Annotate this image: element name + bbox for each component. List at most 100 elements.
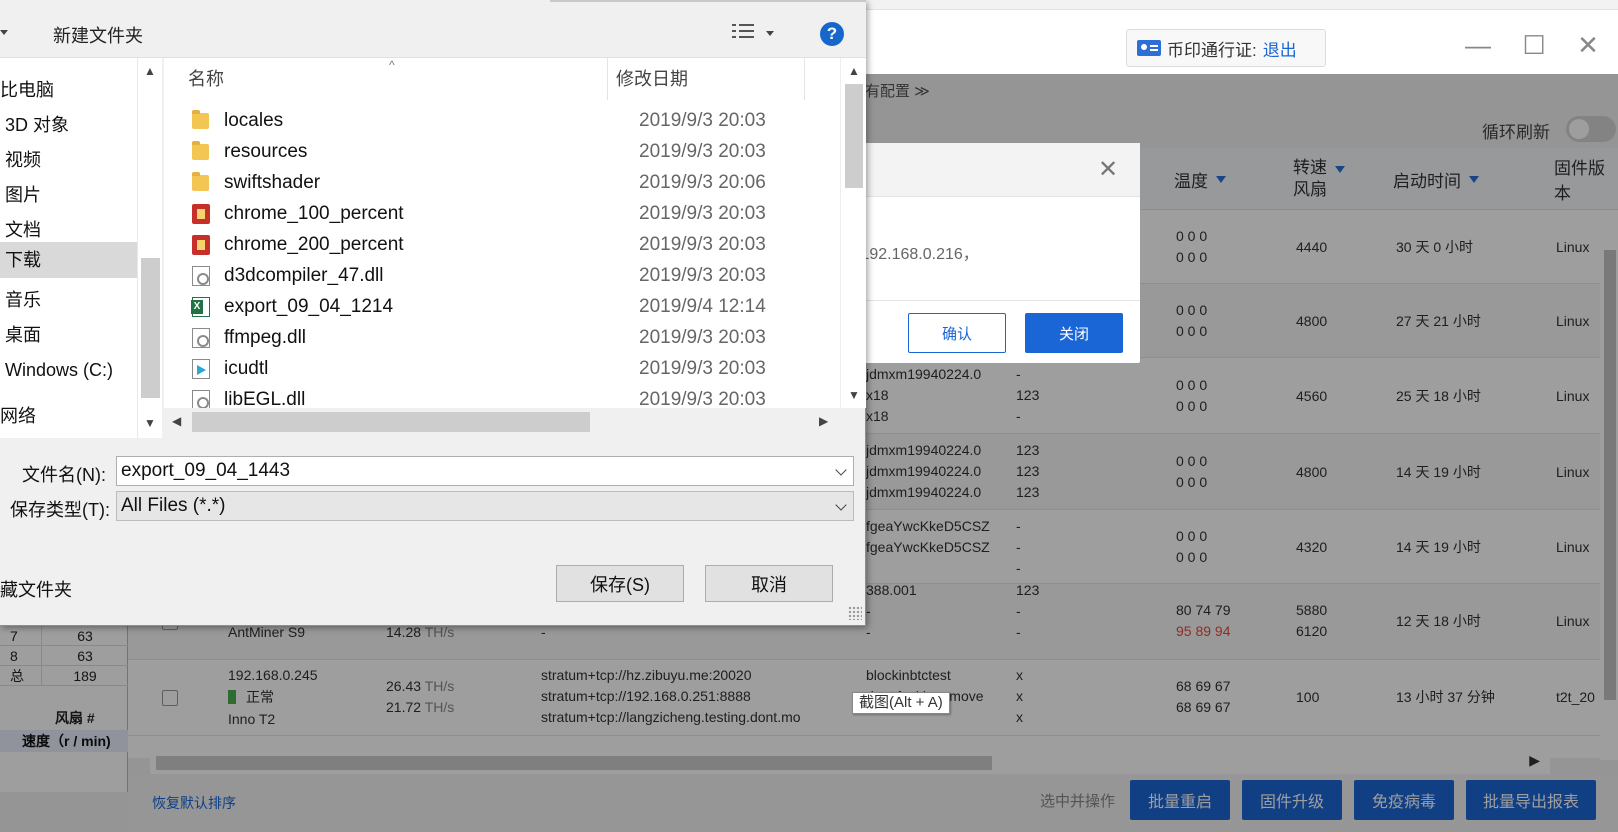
help-icon[interactable]: ? — [820, 22, 844, 46]
filetype-value: All Files (*.*) — [121, 495, 226, 516]
data-file-icon — [192, 359, 210, 379]
file-row[interactable]: resources 2019/9/3 20:03 — [164, 136, 840, 167]
filename-value: export_09_04_1443 — [121, 460, 291, 481]
resize-grip-icon[interactable] — [848, 606, 862, 620]
minimize-icon[interactable]: — — [1458, 30, 1498, 61]
chevron-down-icon[interactable] — [835, 464, 847, 476]
file-row[interactable]: icudtl 2019/9/3 20:03 — [164, 353, 840, 384]
file-list-horizontal-scrollbar[interactable]: ◀ ▶ — [164, 408, 840, 438]
filename-label: 文件名(N): — [22, 465, 106, 485]
file-row[interactable]: swiftshader 2019/9/3 20:06 — [164, 167, 840, 198]
close-icon[interactable]: ✕ — [1568, 30, 1608, 61]
column-name[interactable]: 名称 — [188, 58, 224, 100]
filetype-select[interactable]: All Files (*.*) — [116, 491, 854, 521]
filetype-label: 保存类型(T): — [10, 500, 110, 520]
nav-item-network[interactable]: 网络 — [0, 398, 137, 434]
passport-badge: 币印通行证: 退出 — [1126, 29, 1326, 67]
file-list-vertical-scrollbar[interactable]: ▲ ▼ — [840, 58, 866, 408]
new-folder-button[interactable]: 新建文件夹 — [53, 22, 143, 48]
chevron-down-icon[interactable] — [835, 499, 847, 511]
sort-ascending-icon: ^ — [389, 58, 395, 72]
file-name: ffmpeg.dll — [224, 327, 307, 348]
file-name: export_09_04_1214 — [224, 296, 394, 317]
dll-file-icon — [192, 266, 210, 286]
chevron-down-icon[interactable] — [766, 31, 774, 36]
folder-icon — [192, 172, 209, 191]
filename-input[interactable]: export_09_04_1443 — [116, 456, 854, 486]
maximize-icon[interactable]: ☐ — [1514, 30, 1554, 61]
modal-divider — [840, 300, 1140, 301]
nav-item-windows-c[interactable]: Windows (C:) — [0, 352, 137, 388]
navigation-pane: 比电脑 3D 对象 视频 图片 文档 下载 音乐 桌面 Windows (C:)… — [0, 58, 137, 438]
column-divider[interactable] — [607, 58, 608, 100]
dll-file-icon — [192, 328, 210, 348]
nav-item-videos[interactable]: 视频 — [0, 142, 137, 178]
view-options-icon[interactable] — [732, 22, 754, 42]
file-date: 2019/9/3 20:03 — [639, 358, 766, 379]
scroll-up-icon[interactable]: ▲ — [144, 64, 156, 78]
nav-item-this-pc[interactable]: 比电脑 — [0, 72, 137, 108]
file-date: 2019/9/3 20:06 — [639, 172, 766, 193]
dialog-toolbar: 新建文件夹 ? — [0, 0, 866, 58]
folder-icon — [192, 141, 209, 160]
file-row[interactable]: libEGL.dll 2019/9/3 20:03 — [164, 384, 840, 408]
scroll-up-icon[interactable]: ▲ — [848, 64, 860, 78]
nav-item-desktop[interactable]: 桌面 — [0, 317, 137, 353]
save-file-dialog: 新建文件夹 ? 比电脑 3D 对象 视频 图片 文档 下载 音乐 桌面 Wind… — [0, 0, 866, 626]
hide-folders-toggle[interactable]: 藏文件夹 — [0, 576, 72, 602]
pak-file-icon — [192, 204, 210, 224]
scroll-thumb[interactable] — [192, 412, 590, 432]
toolbar-border — [550, 0, 866, 2]
file-date: 2019/9/3 20:03 — [639, 265, 766, 286]
scroll-down-icon[interactable]: ▼ — [848, 388, 860, 402]
save-button[interactable]: 保存(S) — [556, 565, 684, 602]
file-name: swiftshader — [224, 172, 321, 193]
file-date: 2019/9/3 20:03 — [639, 327, 766, 348]
file-name: d3dcompiler_47.dll — [224, 265, 384, 286]
scroll-down-icon[interactable]: ▼ — [144, 416, 156, 430]
nav-scrollbar[interactable]: ▲ ▼ — [137, 58, 162, 438]
scroll-right-icon[interactable]: ▶ — [819, 414, 828, 428]
file-name: locales — [224, 110, 284, 131]
file-row[interactable]: ffmpeg.dll 2019/9/3 20:03 — [164, 322, 840, 353]
scroll-thumb[interactable] — [845, 84, 863, 188]
file-list: ^ 名称 修改日期 locales 2019/9/3 20:03 resource… — [164, 58, 840, 408]
file-date: 2019/9/3 20:03 — [639, 110, 766, 131]
modal-close-icon[interactable]: ✕ — [1098, 155, 1118, 184]
column-divider[interactable] — [804, 58, 805, 100]
file-name: resources — [224, 141, 308, 162]
logout-link[interactable]: 退出 — [1263, 36, 1297, 61]
nav-item-downloads[interactable]: 下载 — [0, 242, 137, 278]
file-row[interactable]: locales 2019/9/3 20:03 — [164, 105, 840, 136]
file-row[interactable]: d3dcompiler_47.dll 2019/9/3 20:03 — [164, 260, 840, 291]
app-top-strip — [840, 0, 1618, 10]
screenshot-tooltip: 截图(Alt + A) — [852, 692, 950, 714]
nav-item-music[interactable]: 音乐 — [0, 282, 137, 318]
scroll-thumb[interactable] — [141, 258, 160, 398]
file-row[interactable]: chrome_200_percent 2019/9/3 20:03 — [164, 229, 840, 260]
nav-item-3d-objects[interactable]: 3D 对象 — [0, 107, 137, 143]
scroll-left-icon[interactable]: ◀ — [172, 414, 181, 428]
passport-label: 币印通行证: — [1167, 40, 1257, 60]
file-date: 2019/9/4 12:14 — [639, 296, 766, 317]
file-name: libEGL.dll — [224, 389, 306, 408]
column-date-modified[interactable]: 修改日期 — [616, 58, 688, 100]
id-card-icon — [1137, 40, 1161, 56]
file-name: chrome_200_percent — [224, 234, 404, 255]
organize-dropdown-icon[interactable] — [0, 30, 8, 35]
file-row[interactable]: export_09_04_1214 2019/9/4 12:14 — [164, 291, 840, 322]
file-date: 2019/9/3 20:03 — [639, 141, 766, 162]
file-row[interactable]: chrome_100_percent 2019/9/3 20:03 — [164, 198, 840, 229]
nav-item-pictures[interactable]: 图片 — [0, 177, 137, 213]
pak-file-icon — [192, 235, 210, 255]
excel-file-icon — [191, 297, 210, 317]
confirm-button[interactable]: 确认 — [908, 313, 1006, 353]
file-date: 2019/9/3 20:03 — [639, 203, 766, 224]
file-date: 2019/9/3 20:03 — [639, 389, 766, 408]
cancel-button[interactable]: 取消 — [705, 565, 833, 602]
file-date: 2019/9/3 20:03 — [639, 234, 766, 255]
dll-file-icon — [192, 390, 210, 408]
modal-header — [840, 143, 1140, 197]
confirm-modal: ✕ ， 192.168.0.216， 3， 确认 关闭 — [840, 143, 1140, 363]
close-button[interactable]: 关闭 — [1025, 313, 1123, 353]
